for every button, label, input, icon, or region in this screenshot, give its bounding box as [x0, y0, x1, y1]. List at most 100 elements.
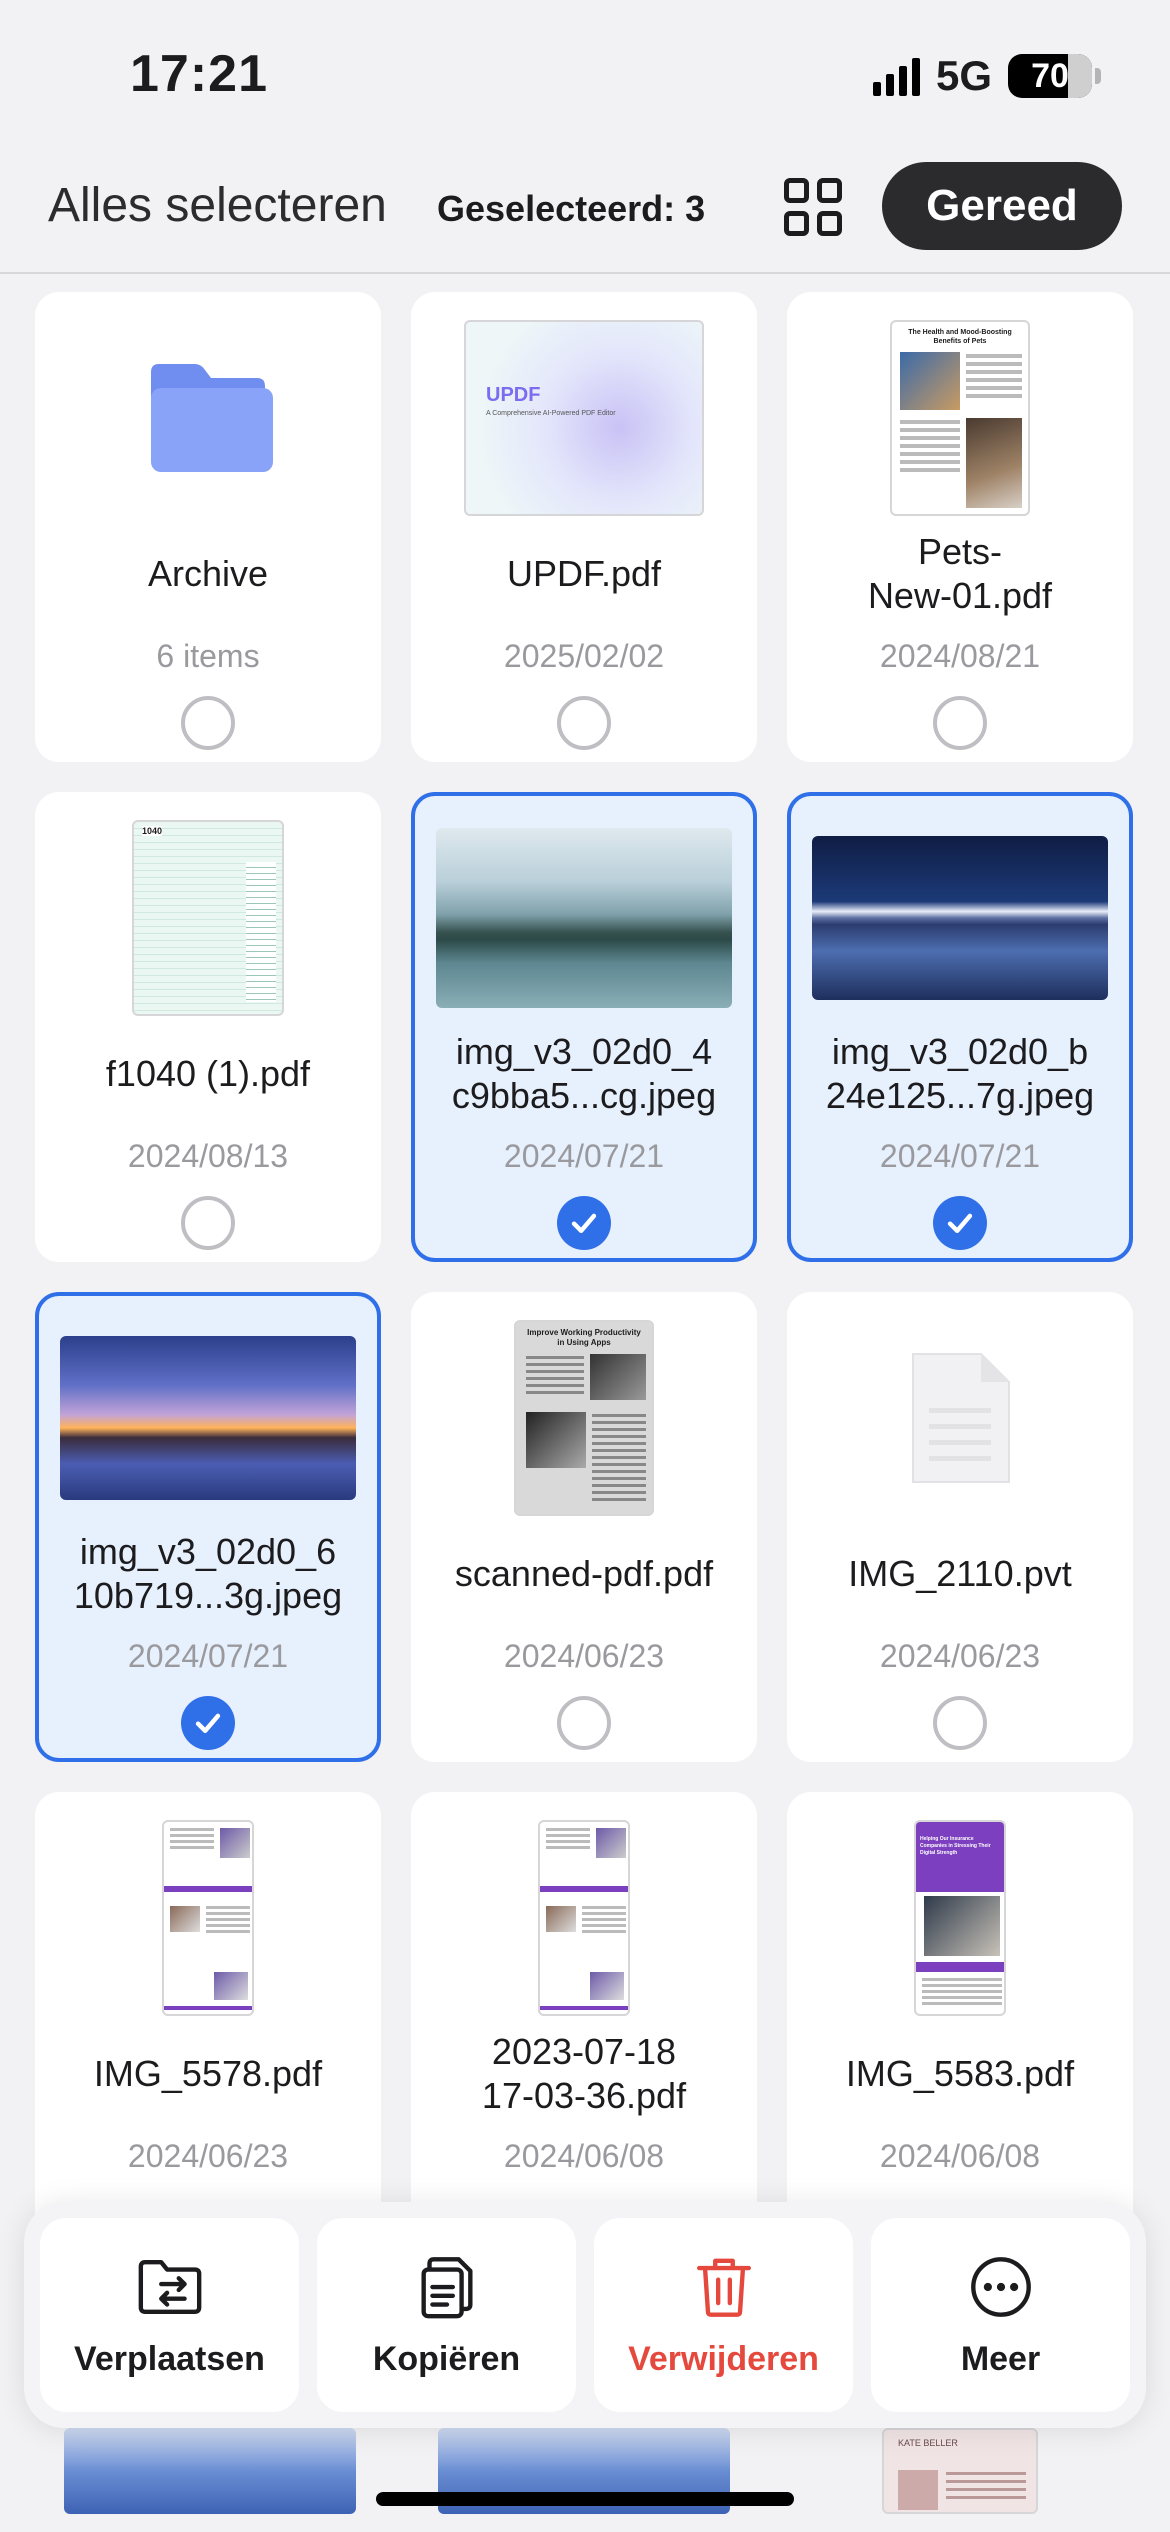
more-button-label: Meer: [960, 2339, 1041, 2378]
file-name: f1040 (1).pdf: [105, 1053, 311, 1094]
file-meta: 2024/07/21: [503, 1138, 665, 1174]
file-name: scanned-pdf.pdf: [454, 1553, 714, 1594]
file-card[interactable]: 1040 f1040 (1).pdf 2024/08/13: [35, 792, 381, 1262]
file-card[interactable]: The Health and Mood-Boosting Benefits of…: [787, 292, 1133, 762]
thumb-title: Improve Working Productivity in Using Ap…: [527, 1328, 641, 1347]
delete-button[interactable]: Verwijderen: [594, 2218, 853, 2412]
file-thumbnail: Improve Working Productivity in Using Ap…: [415, 1318, 753, 1518]
selection-checkbox[interactable]: [933, 1196, 987, 1250]
pdf-preview: UPDF A Comprehensive AI-Powered PDF Edit…: [464, 320, 704, 516]
file-card[interactable]: IMG_2110.pvt 2024/06/23: [787, 1292, 1133, 1762]
file-meta: 6 items: [156, 638, 260, 674]
checkmark-icon: [947, 1213, 973, 1234]
thumb-title: Helping Our Insurance Companies in Stres…: [920, 1836, 991, 1856]
thumb-title: 1040: [142, 826, 163, 836]
selection-checkbox[interactable]: [181, 1696, 235, 1750]
file-name: img_v3_02d0_b 24e125...7g.jpeg: [825, 1031, 1095, 1116]
selection-header: Alles selecteren Geselecteerd: 3 Gereed: [0, 150, 1170, 274]
file-name: UPDF.pdf: [506, 553, 662, 594]
home-indicator[interactable]: [376, 2492, 794, 2506]
copy-icon: [420, 2256, 473, 2318]
selection-checkbox[interactable]: [557, 1696, 611, 1750]
file-thumbnail: [415, 818, 753, 1018]
file-thumbnail: [39, 1818, 377, 2018]
select-all-button[interactable]: Alles selecteren: [48, 178, 387, 233]
status-indicators: 5G 70: [872, 52, 1101, 100]
network-type: 5G: [935, 52, 992, 99]
bottom-action-bar: Verplaatsen Kopiëren Verwijderen Meer: [24, 2202, 1146, 2428]
checkmark-icon: [195, 1713, 221, 1734]
file-meta: 2024/06/08: [503, 2138, 665, 2174]
file-grid: Archive 6 items UPDF A Comprehensive AI-…: [35, 292, 1135, 2262]
file-meta: 2024/07/21: [879, 1138, 1041, 1174]
file-card[interactable]: Helping Our Insurance Companies in Stres…: [787, 1792, 1133, 2262]
file-card[interactable]: 2023-07-18 17-03-36.pdf 2024/06/08: [411, 1792, 757, 2262]
file-name: img_v3_02d0_6 10b719...3g.jpeg: [73, 1531, 343, 1616]
file-thumbnail: The Health and Mood-Boosting Benefits of…: [791, 318, 1129, 518]
cellular-signal-icon: [872, 56, 920, 96]
file-name: IMG_2110.pvt: [848, 1553, 1072, 1594]
image-preview: [436, 828, 732, 1008]
selection-checkbox[interactable]: [557, 696, 611, 750]
pdf-preview: 1040: [132, 820, 284, 1016]
thumb-title: The Health and Mood-Boosting Benefits of…: [908, 329, 1012, 345]
next-row-pdf-preview: KATE BELLER: [882, 2428, 1038, 2514]
file-card[interactable]: Archive 6 items: [35, 292, 381, 762]
file-card[interactable]: img_v3_02d0_b 24e125...7g.jpeg 2024/07/2…: [787, 792, 1133, 1262]
more-button[interactable]: Meer: [871, 2218, 1130, 2412]
pdf-preview: Helping Our Insurance Companies in Stres…: [914, 1820, 1006, 2016]
file-card[interactable]: IMG_5578.pdf 2024/06/23: [35, 1792, 381, 2262]
copy-button-label: Kopiëren: [372, 2339, 521, 2378]
file-thumbnail: 1040: [39, 818, 377, 1018]
selection-checkbox[interactable]: [557, 1196, 611, 1250]
file-thumbnail: [39, 318, 377, 518]
done-button[interactable]: Gereed: [882, 162, 1122, 250]
file-card[interactable]: Improve Working Productivity in Using Ap…: [411, 1292, 757, 1762]
file-meta: 2024/08/13: [127, 1138, 289, 1174]
pdf-preview: [538, 1820, 630, 2016]
file-name: IMG_5583.pdf: [845, 2053, 1075, 2094]
folder-move-icon: [138, 2259, 201, 2314]
selection-checkbox[interactable]: [181, 1196, 235, 1250]
grid-view-icon[interactable]: [784, 178, 842, 236]
file-name: IMG_5578.pdf: [93, 2053, 323, 2094]
file-card[interactable]: img_v3_02d0_4 c9bba5...cg.jpeg 2024/07/2…: [411, 792, 757, 1262]
selection-checkbox[interactable]: [181, 696, 235, 750]
thumb-subtitle: A Comprehensive AI-Powered PDF Editor: [486, 410, 616, 417]
file-meta: 2024/06/23: [127, 2138, 289, 2174]
selection-checkbox[interactable]: [933, 1696, 987, 1750]
more-icon: [970, 2256, 1031, 2317]
file-meta: 2024/06/08: [879, 2138, 1041, 2174]
file-card[interactable]: UPDF A Comprehensive AI-Powered PDF Edit…: [411, 292, 757, 762]
battery-level: 70: [1031, 56, 1069, 95]
thumb-title: KATE BELLER: [898, 2438, 958, 2448]
file-meta: 2024/06/23: [879, 1638, 1041, 1674]
move-button-label: Verplaatsen: [74, 2339, 265, 2378]
file-meta: 2025/02/02: [503, 638, 665, 674]
file-card[interactable]: img_v3_02d0_6 10b719...3g.jpeg 2024/07/2…: [35, 1292, 381, 1762]
image-preview: [60, 1336, 356, 1500]
thumb-title: UPDF: [486, 384, 541, 406]
folder-icon: [151, 364, 273, 472]
file-name: Pets- New-01.pdf: [867, 531, 1053, 616]
file-name: Archive: [147, 553, 269, 594]
generic-file-icon: [912, 1353, 1010, 1483]
file-meta: 2024/06/23: [503, 1638, 665, 1674]
pdf-preview: Improve Working Productivity in Using Ap…: [514, 1320, 654, 1516]
image-preview: [812, 836, 1108, 1000]
move-button[interactable]: Verplaatsen: [40, 2218, 299, 2412]
pdf-preview: The Health and Mood-Boosting Benefits of…: [890, 320, 1030, 516]
file-name: img_v3_02d0_4 c9bba5...cg.jpeg: [451, 1031, 717, 1116]
battery-icon: 70: [1008, 54, 1101, 98]
file-thumbnail: Helping Our Insurance Companies in Stres…: [791, 1818, 1129, 2018]
status-bar: 17:21 5G 70: [0, 0, 1170, 150]
file-thumbnail: [791, 1318, 1129, 1518]
pdf-preview: [162, 1820, 254, 2016]
copy-button[interactable]: Kopiëren: [317, 2218, 576, 2412]
file-thumbnail: UPDF A Comprehensive AI-Powered PDF Edit…: [415, 318, 753, 518]
status-time: 17:21: [130, 45, 268, 103]
selection-checkbox[interactable]: [933, 696, 987, 750]
file-meta: 2024/08/21: [879, 638, 1041, 674]
file-thumbnail: [39, 1318, 377, 1518]
file-name: 2023-07-18 17-03-36.pdf: [481, 2031, 687, 2116]
